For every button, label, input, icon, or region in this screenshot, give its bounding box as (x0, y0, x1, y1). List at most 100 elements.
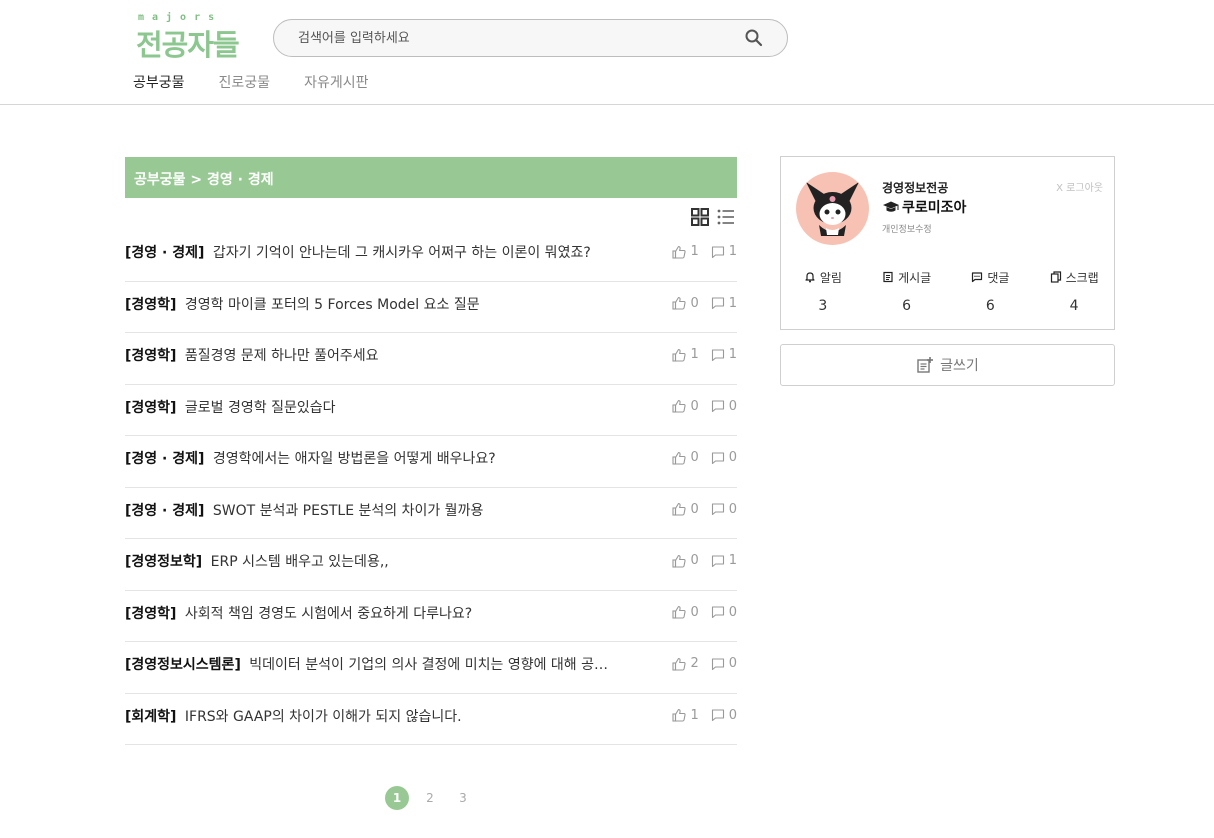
comment-stat: 1 (711, 244, 737, 259)
nav-item-career[interactable]: 진로궁물 (219, 72, 271, 94)
post-title[interactable]: [경영학] 품질경영 문제 하나만 풀어주세요 (125, 345, 655, 365)
thumbs-up-icon (672, 451, 687, 465)
like-stat: 1 (672, 707, 699, 723)
logo[interactable]: majors 전공자들 (136, 12, 246, 62)
post-row[interactable]: [경영 · 경제] SWOT 분석과 PESTLE 분석의 차이가 뭘까용 0 … (125, 488, 737, 539)
post-row[interactable]: [경영학] 경영학 마이클 포터의 5 Forces Model 요소 질문 0… (125, 282, 737, 333)
post-stats: 0 0 (660, 450, 737, 465)
profile-card: 경영정보전공 쿠로미조아 개인정보수정 X 로그아웃 알림 3 게시글 6 댓글 (780, 156, 1115, 330)
profile-stat-count: 6 (902, 298, 912, 314)
like-count: 0 (690, 501, 699, 517)
search-icon[interactable] (744, 28, 764, 48)
post-row[interactable]: [경영학] 글로벌 경영학 질문있습다 0 0 (125, 385, 737, 436)
thumbs-up-icon (672, 708, 687, 722)
like-stat: 0 (672, 605, 699, 620)
post-title[interactable]: [경영 · 경제] 갑자기 기억이 안나는데 그 캐시카우 어쩌구 하는 이론이… (125, 242, 655, 262)
page-button[interactable]: 1 (385, 786, 409, 810)
like-count: 1 (690, 707, 699, 723)
post-row[interactable]: [경영 · 경제] 경영학에서는 애자일 방법론을 어떻게 배우나요? 0 0 (125, 436, 737, 488)
post-title-text: 글로벌 경영학 질문있습다 (184, 399, 336, 416)
thumbs-up-icon (672, 399, 687, 413)
header: majors 전공자들 공부궁물 진로궁물 자유게시판 (0, 0, 1214, 105)
comment-stat: 0 (711, 502, 737, 517)
comment-icon (711, 503, 724, 516)
post-stats: 0 0 (660, 399, 737, 414)
profile-stat-posts[interactable]: 게시글 6 (865, 267, 949, 314)
comment-count: 1 (728, 347, 737, 362)
post-title-text: 갑자기 기억이 안나는데 그 캐시카우 어쩌구 하는 이론이 뭐였죠? (212, 245, 591, 261)
like-stat: 0 (672, 501, 699, 517)
profile-major: 경영정보전공 (882, 181, 949, 195)
profile-stat-label: 스크랩 (1065, 270, 1099, 285)
post-title[interactable]: [경영정보시스템론] 빅데이터 분석이 기업의 의사 결정에 미치는 영향에 대… (125, 654, 655, 674)
post-title-text: 경영학 마이클 포터의 5 Forces Model 요소 질문 (184, 296, 480, 313)
write-post-button[interactable]: 글쓰기 (780, 344, 1115, 386)
thumbs-up-icon (672, 296, 687, 310)
comment-stat: 0 (711, 656, 737, 671)
post-row[interactable]: [경영 · 경제] 갑자기 기억이 안나는데 그 캐시카우 어쩌구 하는 이론이… (125, 230, 737, 282)
post-title-text: IFRS와 GAAP의 차이가 이해가 되지 않습니다. (184, 708, 462, 725)
like-count: 0 (690, 450, 699, 465)
comment-icon (711, 400, 724, 413)
graduation-cap-icon (883, 201, 899, 212)
edit-profile-link[interactable]: 개인정보수정 (882, 222, 932, 235)
comment-icon (711, 709, 724, 722)
post-title[interactable]: [경영학] 사회적 책임 경영도 시험에서 중요하게 다루나요? (125, 603, 655, 623)
like-count: 0 (690, 398, 699, 414)
post-row[interactable]: [경영정보시스템론] 빅데이터 분석이 기업의 의사 결정에 미치는 영향에 대… (125, 642, 737, 694)
post-row[interactable]: [회계학] IFRS와 GAAP의 차이가 이해가 되지 않습니다. 1 0 (125, 694, 737, 745)
post-title-text: SWOT 분석과 PESTLE 분석의 차이가 뭘까용 (212, 502, 484, 519)
comment-count: 0 (728, 656, 737, 671)
post-title-text: 품질경영 문제 하나만 풀어주세요 (184, 348, 379, 364)
post-title[interactable]: [경영정보학] ERP 시스템 배우고 있는데용,, (125, 551, 655, 571)
comment-stat: 0 (711, 708, 737, 723)
post-stats: 0 1 (660, 296, 737, 311)
logout-button[interactable]: X 로그아웃 (1056, 179, 1103, 194)
grid-view-icon[interactable] (691, 208, 709, 226)
scrap-icon (1050, 271, 1061, 283)
thumbs-up-icon (672, 348, 687, 362)
post-stats: 2 0 (660, 656, 737, 671)
like-stat: 1 (672, 347, 699, 362)
post-category: [경영학] (125, 348, 177, 364)
comment-stat: 0 (711, 605, 737, 620)
post-category: [경영정보시스템론] (125, 657, 241, 673)
like-count: 1 (690, 244, 699, 259)
profile-stats: 알림 3 게시글 6 댓글 6 스크랩 4 (781, 267, 1116, 314)
post-title[interactable]: [경영학] 글로벌 경영학 질문있습다 (125, 397, 655, 417)
write-icon (917, 357, 934, 373)
post-row[interactable]: [경영학] 품질경영 문제 하나만 풀어주세요 1 1 (125, 333, 737, 385)
like-count: 0 (690, 295, 699, 311)
comment-icon (711, 451, 724, 464)
profile-stat-notifications[interactable]: 알림 3 (781, 267, 865, 314)
post-title[interactable]: [경영 · 경제] SWOT 분석과 PESTLE 분석의 차이가 뭘까용 (125, 500, 655, 520)
nav-item-free-board[interactable]: 자유게시판 (304, 72, 368, 94)
post-stats: 0 1 (660, 553, 737, 568)
profile-stat-comments[interactable]: 댓글 6 (949, 267, 1033, 314)
profile-stat-label: 댓글 (987, 270, 1010, 285)
post-row[interactable]: [경영학] 사회적 책임 경영도 시험에서 중요하게 다루나요? 0 0 (125, 591, 737, 642)
comment-icon (711, 657, 724, 670)
page-button[interactable]: 3 (451, 786, 475, 810)
profile-stat-count: 3 (818, 298, 828, 314)
comment-count: 1 (728, 295, 737, 311)
like-stat: 0 (672, 398, 699, 414)
post-title[interactable]: [경영 · 경제] 경영학에서는 애자일 방법론을 어떻게 배우나요? (125, 448, 655, 468)
comment-stat: 1 (711, 296, 737, 311)
list-view-icon[interactable] (717, 208, 735, 226)
post-row[interactable]: [경영정보학] ERP 시스템 배우고 있는데용,, 0 1 (125, 539, 737, 591)
profile-nickname-text: 쿠로미조아 (902, 200, 967, 216)
profile-stat-scraps[interactable]: 스크랩 4 (1032, 267, 1116, 314)
page-button[interactable]: 2 (418, 786, 442, 810)
search-input[interactable] (298, 28, 738, 48)
comment-count: 0 (728, 398, 737, 414)
post-title[interactable]: [경영학] 경영학 마이클 포터의 5 Forces Model 요소 질문 (125, 294, 655, 314)
post-category: [경영학] (125, 605, 177, 622)
write-post-label: 글쓰기 (940, 358, 979, 374)
nav-item-study[interactable]: 공부궁물 (133, 72, 185, 94)
post-stats: 1 1 (660, 244, 737, 259)
post-title[interactable]: [회계학] IFRS와 GAAP의 차이가 이해가 되지 않습니다. (125, 706, 655, 726)
comment-stat: 1 (711, 553, 737, 568)
post-stats: 1 1 (660, 347, 737, 362)
bell-icon (805, 272, 815, 283)
